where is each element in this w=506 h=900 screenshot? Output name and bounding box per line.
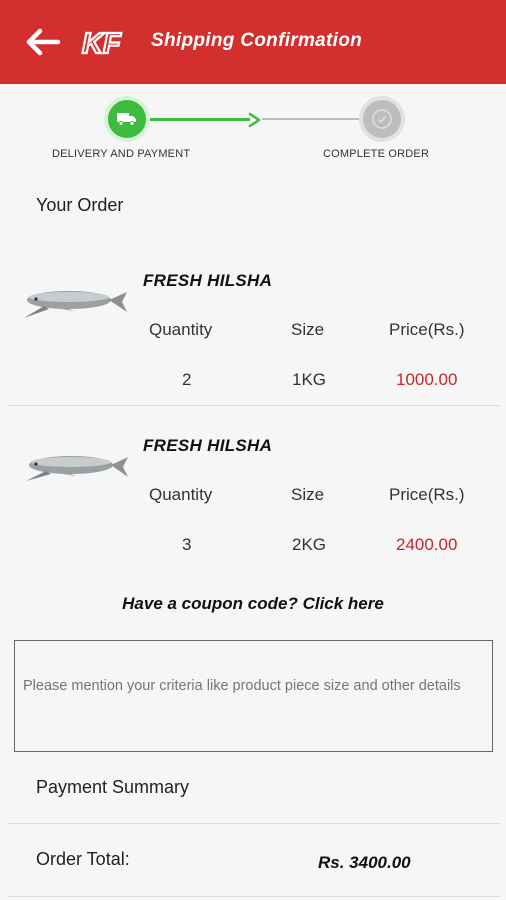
arrow-left-icon bbox=[26, 28, 61, 56]
order-total-label: Order Total: bbox=[36, 849, 130, 869]
payment-summary-heading: Payment Summary bbox=[36, 777, 190, 797]
truck-icon bbox=[117, 113, 136, 126]
price-header: Price(Rs.) bbox=[389, 320, 465, 339]
hilsha-fish-image bbox=[24, 291, 127, 318]
check-circle-icon bbox=[372, 109, 392, 129]
chevron-right-icon bbox=[248, 112, 261, 128]
step-connector-pending bbox=[262, 118, 360, 120]
item-size: 1KG bbox=[292, 370, 327, 389]
item-size: 2KG bbox=[292, 535, 327, 554]
price-header: Price(Rs.) bbox=[389, 485, 465, 504]
step-delivery-payment[interactable] bbox=[104, 96, 150, 142]
your-order-heading: Your Order bbox=[36, 195, 124, 215]
item-price: 1000.00 bbox=[396, 370, 458, 389]
step-label-delivery: DELIVERY AND PAYMENT bbox=[52, 148, 191, 160]
item-name: FRESH HILSHA bbox=[143, 436, 273, 455]
app-bar: KF Shipping Confirmation bbox=[0, 0, 506, 84]
summary-divider bbox=[8, 823, 500, 824]
quantity-header: Quantity bbox=[149, 320, 213, 339]
size-header: Size bbox=[291, 320, 325, 339]
logo-text: KF bbox=[82, 28, 122, 60]
step-connector-complete bbox=[150, 118, 250, 121]
page-title: Shipping Confirmation bbox=[151, 30, 363, 51]
item-quantity: 3 bbox=[182, 535, 192, 554]
item-quantity: 2 bbox=[182, 370, 192, 389]
order-notes-input[interactable] bbox=[14, 640, 493, 752]
item-price: 2400.00 bbox=[396, 535, 458, 554]
order-total-value: Rs. 3400.00 bbox=[318, 853, 411, 872]
checkout-stepper: DELIVERY AND PAYMENT COMPLETE ORDER bbox=[0, 84, 506, 176]
coupon-link[interactable]: Have a coupon code? Click here bbox=[0, 594, 506, 614]
back-button[interactable] bbox=[22, 24, 62, 60]
size-header: Size bbox=[291, 485, 325, 504]
item-divider bbox=[8, 405, 500, 406]
step-label-complete: COMPLETE ORDER bbox=[323, 148, 430, 160]
app-logo: KF bbox=[80, 24, 126, 61]
item-name: FRESH HILSHA bbox=[143, 271, 273, 290]
step-complete-order[interactable] bbox=[359, 96, 405, 142]
quantity-header: Quantity bbox=[149, 485, 213, 504]
hilsha-fish-image bbox=[26, 456, 128, 481]
total-divider bbox=[8, 896, 500, 897]
